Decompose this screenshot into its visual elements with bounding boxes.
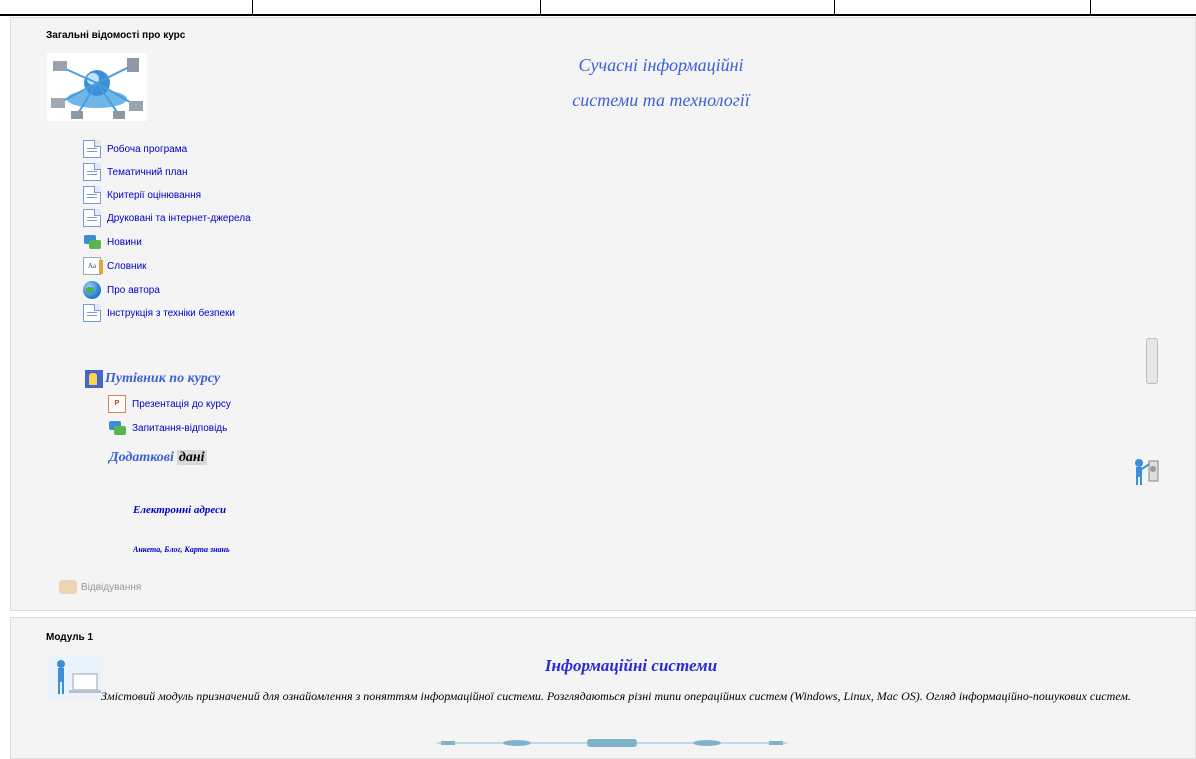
course-title-line2: системи та технології — [572, 90, 750, 110]
resource-label: Про автора — [107, 284, 160, 296]
column-separator — [540, 0, 541, 14]
resource-label: Критерії оцінювання — [107, 189, 202, 201]
resource-grading-criteria[interactable]: Критерії оцінювання — [83, 185, 201, 205]
network-banner-image — [47, 53, 147, 121]
glossary-icon: Aa — [83, 257, 103, 275]
page-icon — [83, 304, 101, 322]
resource-label: Запитання-відповідь — [132, 422, 228, 434]
section-title: Загальні відомості про курс — [46, 30, 186, 41]
module-description: Змістовий модуль призначений для ознайом… — [101, 689, 1131, 703]
resource-course-presentation[interactable]: P Презентація до курсу — [108, 394, 231, 414]
resource-label: Новини — [107, 236, 142, 248]
top-table-border — [0, 0, 1196, 16]
course-guide-link[interactable]: Путівник по курсу — [85, 370, 220, 388]
attendance-label: Відвідування — [81, 581, 142, 593]
resource-label: Тематичний план — [107, 166, 188, 178]
resource-label: Презентація до курсу — [132, 398, 231, 410]
section-module-1: Модуль 1 Інформаційні системи Змістовий … — [10, 617, 1196, 759]
additional-word: Додаткові — [109, 450, 174, 465]
forum-qa[interactable]: Запитання-відповідь — [108, 418, 227, 438]
forum-icon — [108, 419, 126, 437]
section-general-info: Загальні відомості про курс Сучасні інфо… — [10, 17, 1196, 611]
data-word: дані — [176, 450, 207, 465]
course-guide-label: Путівник по курсу — [105, 371, 221, 386]
resource-label: Інструкція з техніки безпеки — [107, 307, 235, 319]
resource-label: Робоча програма — [107, 143, 188, 155]
column-separator — [1090, 0, 1091, 14]
globe-icon — [83, 281, 101, 299]
attendance-link[interactable]: Відвідування — [59, 580, 141, 594]
course-title-line1: Сучасні інформаційні — [578, 55, 744, 75]
page-icon — [83, 163, 101, 181]
section-title: Модуль 1 — [46, 632, 94, 643]
scroll-handle[interactable] — [1146, 338, 1158, 384]
forum-news[interactable]: Новини — [83, 232, 142, 252]
page-icon — [83, 209, 101, 227]
column-separator — [834, 0, 835, 14]
resource-safety-instructions[interactable]: Інструкція з техніки безпеки — [83, 303, 235, 323]
teacher-icon — [1135, 459, 1159, 485]
ornament-divider — [437, 739, 787, 747]
resource-work-program[interactable]: Робоча програма — [83, 139, 187, 159]
guide-icon — [85, 370, 103, 388]
presentation-icon: P — [108, 395, 126, 413]
module-heading: Інформаційні системи — [544, 656, 718, 675]
resource-thematic-plan[interactable]: Тематичний план — [83, 162, 188, 182]
attendance-icon — [59, 580, 77, 594]
page-icon — [83, 140, 101, 158]
forum-icon — [83, 233, 101, 251]
resource-label: Друковані та інтернет-джерела — [107, 212, 251, 224]
column-separator — [252, 0, 253, 14]
resource-about-author[interactable]: Про автора — [83, 280, 160, 300]
resource-sources[interactable]: Друковані та інтернет-джерела — [83, 208, 251, 228]
glossary[interactable]: Aa Словник — [83, 256, 147, 276]
page-icon — [83, 186, 101, 204]
extra-links[interactable]: Анкета, Блог, Карта знань — [133, 545, 230, 554]
resource-label: Словник — [107, 260, 147, 272]
additional-data-heading: Додаткові дані — [109, 450, 207, 466]
email-addresses-link[interactable]: Електронні адреси — [133, 504, 226, 516]
